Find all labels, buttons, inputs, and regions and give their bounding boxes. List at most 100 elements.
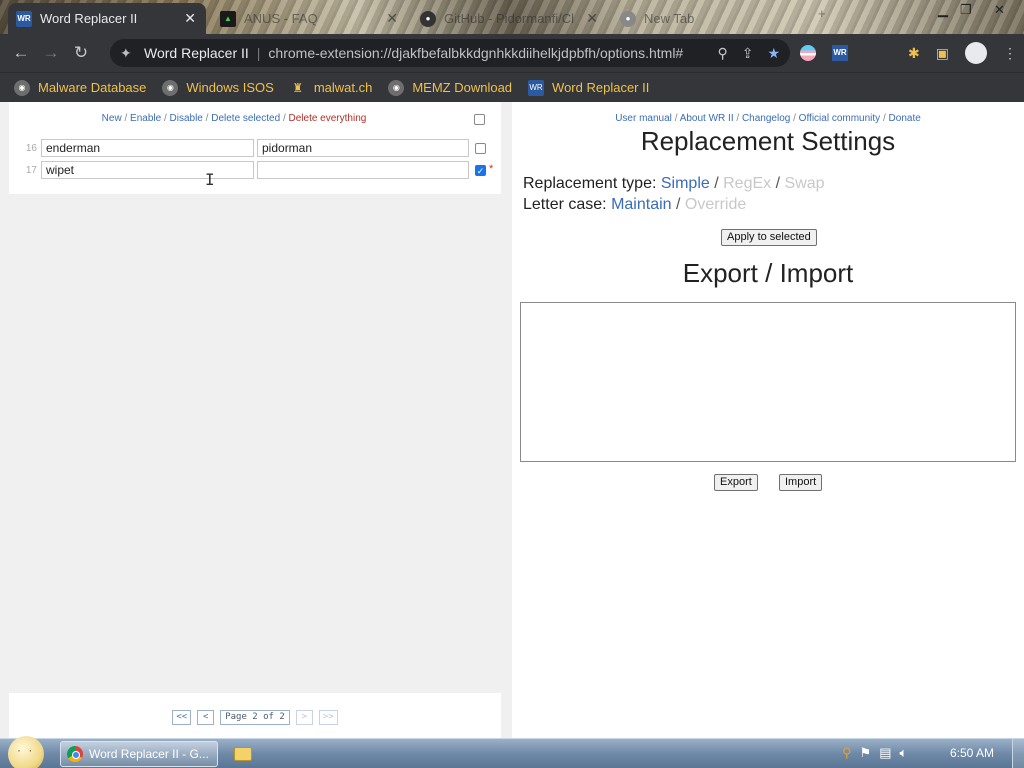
user-manual-link[interactable]: User manual (615, 113, 672, 124)
row-checkbox[interactable] (475, 143, 486, 154)
profile-extension-icon[interactable] (800, 45, 816, 61)
export-import-heading: Export / Import (682, 258, 854, 288)
disable-link[interactable]: Disable (170, 113, 203, 124)
close-tab-icon[interactable]: ✕ (586, 10, 598, 27)
back-icon[interactable]: ← (6, 43, 36, 63)
separator: / (882, 113, 886, 124)
omnibox-url[interactable]: chrome-extension://djakfbefalbkkdgnhkkdi… (268, 45, 683, 61)
bookmark-memz-download[interactable]: ◉ MEMZ Download (388, 79, 512, 96)
type-simple-option[interactable]: Simple (661, 175, 710, 192)
about-link[interactable]: About WR II (680, 113, 734, 124)
new-tab-icon[interactable]: + (818, 6, 826, 21)
prev-page-button[interactable]: < (197, 710, 215, 725)
separator: / (205, 113, 209, 124)
bookmark-malwatch[interactable]: ♜ malwat.ch (290, 80, 372, 96)
donate-link[interactable]: Donate (889, 113, 921, 124)
tab-title: ANUS - FAQ (244, 11, 318, 26)
show-desktop-button[interactable] (1012, 739, 1024, 768)
address-bar[interactable]: ✦ Word Replacer II | chrome-extension://… (110, 39, 790, 67)
pager: << < Page 2 of 2 > >> (9, 710, 501, 725)
window-close-icon[interactable]: ✕ (994, 2, 1005, 18)
unsaved-marker: * (489, 163, 494, 175)
find-input[interactable] (41, 139, 254, 157)
tab-anus-faq[interactable]: ▲ ANUS - FAQ ✕ (212, 3, 408, 34)
first-page-button[interactable]: << (172, 710, 192, 725)
separator: / (714, 175, 719, 192)
bookmark-star-icon[interactable]: ★ (767, 45, 780, 62)
community-link[interactable]: Official community (799, 113, 881, 124)
apply-to-selected-button[interactable]: Apply to selected (721, 229, 817, 246)
replace-input[interactable] (257, 139, 469, 157)
folder-icon[interactable] (234, 747, 252, 761)
settings-heading: Replacement Settings (640, 126, 896, 156)
separator: / (674, 113, 678, 124)
maximize-icon[interactable]: ❐ (960, 2, 972, 18)
word-replacer-favicon: WR (16, 10, 32, 27)
menu-kebab-icon[interactable]: ⋮ (1003, 45, 1017, 62)
changelog-link[interactable]: Changelog (742, 113, 790, 124)
extensions-puzzle-icon[interactable]: ✱ (908, 45, 920, 62)
next-page-button[interactable]: > (295, 710, 313, 725)
action-center-icon[interactable]: ⚑ (860, 745, 872, 761)
tab-word-replacer[interactable]: WR Word Replacer II ✕ (8, 3, 206, 34)
reload-icon[interactable]: ↻ (66, 43, 96, 63)
tab-new-tab[interactable]: ● New Tab (612, 3, 808, 34)
globe-icon: ◉ (162, 79, 179, 96)
last-page-button[interactable]: >> (318, 710, 338, 725)
globe-icon: ◉ (14, 79, 30, 96)
row-number: 17 (25, 165, 37, 176)
word-replacer-extension-icon[interactable]: WR (832, 45, 848, 61)
close-tab-icon[interactable]: ✕ (386, 10, 398, 27)
export-button[interactable]: Export (714, 474, 758, 491)
type-swap-option[interactable]: Swap (785, 175, 825, 192)
taskbar-window-title: Word Replacer II - G... (89, 747, 209, 761)
separator: / (282, 113, 286, 124)
select-all-checkbox[interactable] (474, 114, 485, 125)
separator: / (676, 196, 681, 213)
new-link[interactable]: New (102, 113, 122, 124)
network-icon[interactable]: ▤ (879, 745, 891, 761)
share-icon[interactable]: ⇪ (742, 45, 754, 62)
separator: / (775, 175, 781, 192)
list-actions: New / Enable / Disable / Delete selected… (9, 113, 459, 124)
settings-panel: User manual / About WR II / Changelog / … (512, 102, 1024, 738)
replacement-row: 16 (9, 138, 501, 158)
case-maintain-option[interactable]: Maintain (611, 196, 671, 213)
forward-icon[interactable]: → (36, 43, 66, 63)
bookmark-word-replacer[interactable]: WR Word Replacer II (528, 79, 649, 96)
taskbar-chrome-window[interactable]: Word Replacer II - G... (60, 741, 218, 767)
letter-case-label: Letter case: (523, 196, 607, 213)
import-button[interactable]: Import (779, 474, 823, 491)
enable-link[interactable]: Enable (130, 113, 161, 124)
close-tab-icon[interactable]: ✕ (184, 10, 196, 27)
side-panel-icon[interactable]: ▣ (936, 45, 949, 62)
search-tray-icon[interactable]: ⚲ (842, 745, 852, 761)
delete-everything-link[interactable]: Delete everything (289, 113, 367, 124)
bookmark-windows-isos[interactable]: ◉ Windows ISOS (162, 79, 274, 96)
profile-avatar-icon[interactable] (964, 42, 987, 64)
bookmark-malware-database[interactable]: ◉ Malware Database (14, 79, 146, 96)
find-input[interactable] (41, 161, 254, 179)
bookmarks-bar: ◉ Malware Database ◉ Windows ISOS ♜ malw… (0, 72, 1024, 102)
tab-github[interactable]: ● GitHub - Pidormanfi/Cl ✕ (412, 3, 608, 34)
separator: / (736, 113, 740, 124)
help-links: User manual / About WR II / Changelog / … (512, 113, 1024, 124)
tab-title: New Tab (644, 11, 695, 26)
taskbar-clock[interactable]: 6:50 AM (950, 746, 994, 760)
minimize-icon[interactable]: ▁ (938, 2, 948, 18)
row-checkbox-checked[interactable]: ✓ (475, 165, 486, 176)
text-cursor-icon: I (205, 170, 215, 189)
case-override-option[interactable]: Override (685, 196, 746, 213)
export-import-textarea[interactable] (520, 302, 1016, 462)
type-regex-option[interactable]: RegEx (723, 175, 771, 192)
word-replacer-icon: WR (528, 79, 545, 96)
browser-tab-strip: WR Word Replacer II ✕ ▲ ANUS - FAQ ✕ ● G… (0, 0, 1024, 34)
start-button[interactable] (8, 736, 44, 768)
delete-selected-link[interactable]: Delete selected (211, 113, 280, 124)
separator: / (163, 113, 167, 124)
replace-input[interactable] (257, 161, 469, 179)
options-page: New / Enable / Disable / Delete selected… (0, 102, 1024, 738)
windows-taskbar: Word Replacer II - G... ⚲ ⚑ ▤ 🔈︎ 6:50 AM (0, 736, 1024, 768)
volume-icon[interactable]: 🔈︎ (899, 745, 907, 761)
zoom-icon[interactable]: ⚲ (717, 45, 727, 62)
